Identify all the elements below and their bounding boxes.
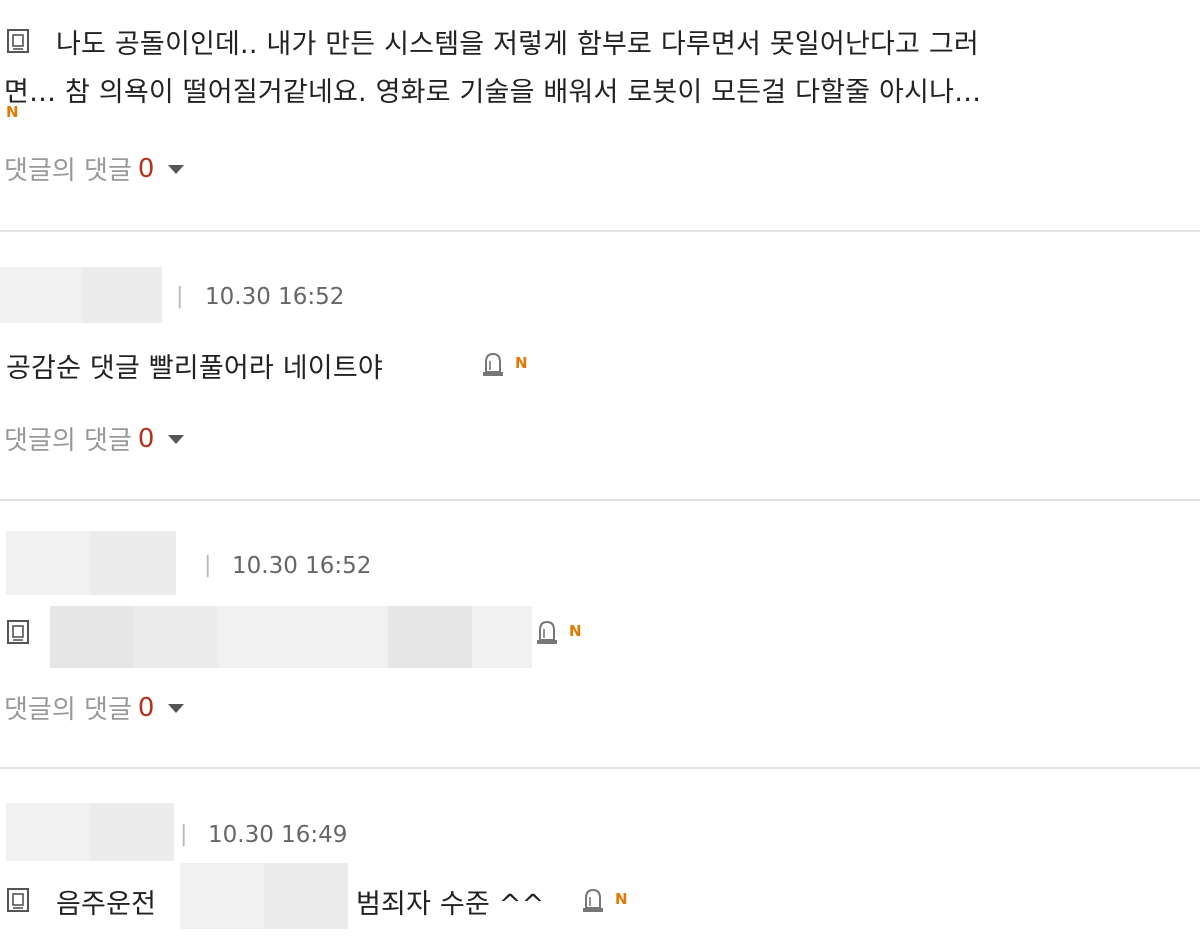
reply-label: 댓글의 댓글: [4, 695, 132, 725]
document-icon: [7, 29, 29, 53]
redacted-username: [82, 267, 162, 323]
meta-separator: |: [180, 822, 188, 847]
comment-timestamp: 10.30 16:52: [205, 284, 345, 310]
redacted-comment-text: [472, 606, 532, 668]
new-badge: N: [6, 103, 19, 121]
caret-down-icon: [168, 704, 185, 713]
comment-timestamp: 10.30 16:49: [208, 822, 348, 848]
reply-toggle-button[interactable]: 댓글의 댓글 0: [4, 150, 185, 187]
comment-text: 음주운전: [56, 889, 157, 920]
report-siren-icon[interactable]: [480, 350, 506, 378]
new-badge: N: [515, 354, 528, 372]
report-siren-icon[interactable]: [534, 618, 560, 646]
comment-text: 공감순 댓글 빨리풀어라 네이트야: [6, 353, 383, 384]
redacted-comment-text: [50, 606, 134, 668]
comment-text-line: 면… 참 의욕이 떨어질거같네요. 영화로 기술을 배워서 로봇이 모든걸 다할…: [4, 77, 982, 108]
redacted-comment-text: [388, 606, 472, 668]
redacted-comment-text: [180, 863, 264, 929]
meta-separator: |: [176, 284, 184, 309]
comment-divider: [0, 767, 1200, 769]
comment-text: 범죄자 수준 ^^: [356, 889, 545, 920]
redacted-username: [90, 803, 174, 861]
reply-count: 0: [137, 423, 155, 454]
report-siren-icon[interactable]: [580, 886, 606, 914]
comment-timestamp: 10.30 16:52: [232, 553, 372, 579]
new-badge: N: [569, 622, 582, 640]
reply-toggle-button[interactable]: 댓글의 댓글 0: [4, 420, 185, 457]
document-icon: [7, 620, 29, 644]
comment-text-line: 나도 공돌이인데.. 내가 만든 시스템을 저렇게 함부로 다루면서 못일어난다…: [56, 29, 979, 60]
comment-divider: [0, 230, 1200, 232]
document-icon: [7, 888, 29, 912]
caret-down-icon: [168, 435, 185, 444]
reply-label: 댓글의 댓글: [4, 156, 132, 186]
redacted-username: [6, 803, 90, 861]
redacted-username: [90, 531, 176, 595]
reply-count: 0: [137, 692, 155, 723]
reply-toggle-button[interactable]: 댓글의 댓글 0: [4, 689, 185, 726]
redacted-comment-text: [264, 863, 348, 929]
redacted-username: [0, 267, 82, 323]
reply-label: 댓글의 댓글: [4, 426, 132, 456]
redacted-comment-text: [218, 606, 388, 668]
comment-divider: [0, 499, 1200, 501]
meta-separator: |: [204, 553, 212, 578]
caret-down-icon: [168, 165, 185, 174]
redacted-username: [6, 531, 90, 595]
redacted-comment-text: [134, 606, 218, 668]
reply-count: 0: [137, 153, 155, 184]
new-badge: N: [615, 890, 628, 908]
